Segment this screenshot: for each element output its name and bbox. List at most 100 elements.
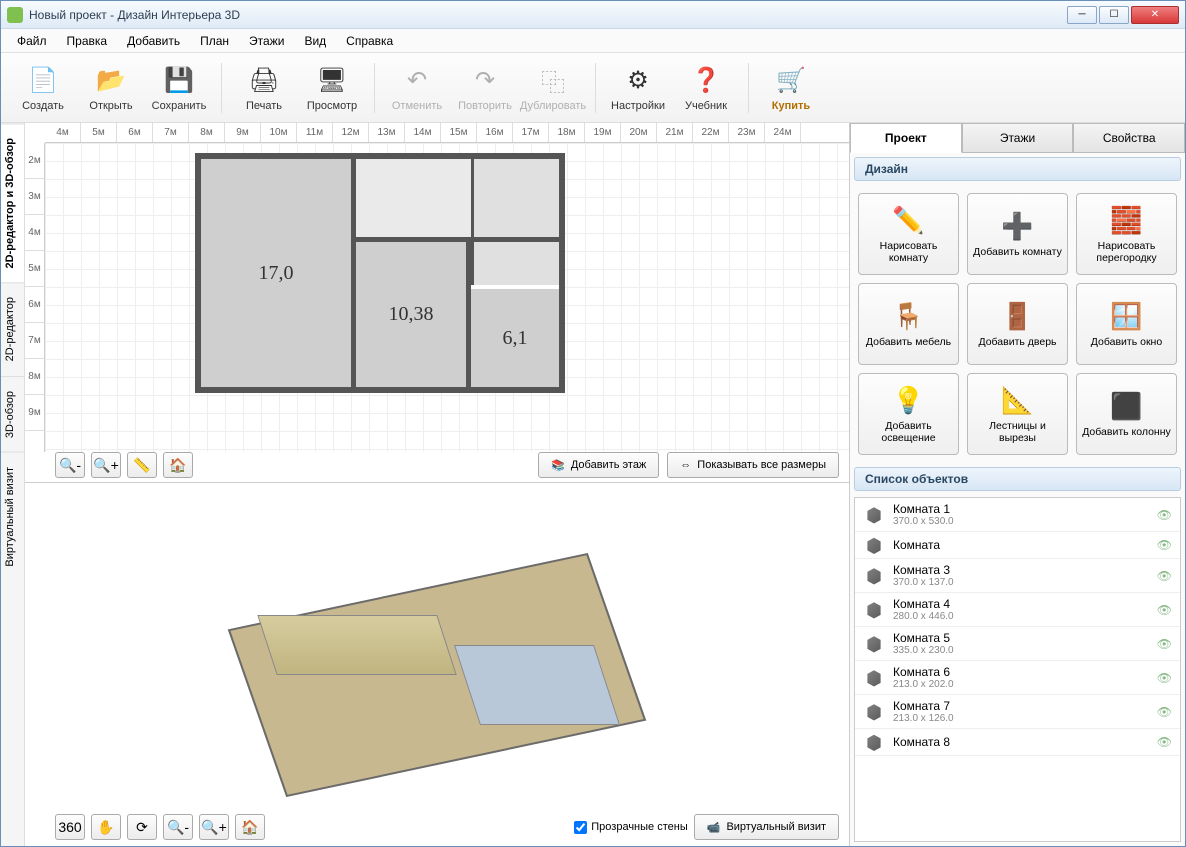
toolbar-print-button[interactable]: 🖨Печать (232, 57, 296, 119)
toolbar-separator (748, 63, 749, 113)
object-name: Комната 3 (893, 563, 1149, 577)
visibility-icon[interactable]: 👁 (1157, 603, 1172, 617)
menu-Файл[interactable]: Файл (9, 32, 55, 50)
design-tool-button[interactable]: 🪟Добавить окно (1076, 283, 1177, 365)
main-toolbar: 📄Создать📂Открыть💾Сохранить 🖨Печать🖥Просмо… (1, 53, 1185, 123)
cube-icon (863, 567, 885, 585)
object-list-item[interactable]: Комната 5335.0 x 230.0👁 (855, 627, 1180, 661)
menu-Вид[interactable]: Вид (296, 32, 334, 50)
visibility-icon[interactable]: 👁 (1157, 735, 1172, 749)
measure-button[interactable]: 📏 (127, 452, 157, 478)
design-tool-button[interactable]: 🪑Добавить мебель (858, 283, 959, 365)
view-tab-0[interactable]: 2D-редактор и 3D-обзор (1, 123, 24, 282)
room-1[interactable]: 17,0 (201, 159, 351, 387)
right-tab-Этажи[interactable]: Этажи (962, 123, 1074, 153)
ruler-tick: 6м (117, 123, 153, 142)
object-list-item[interactable]: Комната 3370.0 x 137.0👁 (855, 559, 1180, 593)
zoom-in-3d-button[interactable]: 🔍+ (199, 814, 229, 840)
add-floor-button[interactable]: 📚Добавить этаж (538, 452, 659, 478)
right-panel: ПроектЭтажиСвойства Дизайн ✏️Нарисовать … (849, 123, 1185, 846)
object-list-item[interactable]: Комната👁 (855, 532, 1180, 559)
toolbar-open-button[interactable]: 📂Открыть (79, 57, 143, 119)
bathroom-area[interactable] (471, 159, 559, 285)
toolbar-label: Создать (22, 100, 64, 112)
visibility-icon[interactable]: 👁 (1157, 569, 1172, 583)
design-tool-button[interactable]: 📐Лестницы и вырезы (967, 373, 1068, 455)
home-button[interactable]: 🏠 (163, 452, 193, 478)
orbit-button[interactable]: ⟳ (127, 814, 157, 840)
tool-label: Добавить дверь (978, 336, 1056, 348)
home-3d-button[interactable]: 🏠 (235, 814, 265, 840)
tool-icon: 🧱 (1110, 205, 1142, 236)
toolbar-label: Дублировать (520, 100, 586, 112)
object-dimensions: 280.0 x 446.0 (893, 611, 1149, 622)
rotate-360-button[interactable]: 360 (55, 814, 85, 840)
zoom-out-button[interactable]: 🔍- (55, 452, 85, 478)
toolbar-save-button[interactable]: 💾Сохранить (147, 57, 211, 119)
maximize-button[interactable]: ☐ (1099, 6, 1129, 24)
toolbar-settings-button[interactable]: ⚙Настройки (606, 57, 670, 119)
object-list[interactable]: Комната 1370.0 x 530.0👁Комната👁Комната 3… (854, 497, 1181, 842)
visibility-icon[interactable]: 👁 (1157, 538, 1172, 552)
menu-Этажи[interactable]: Этажи (241, 32, 292, 50)
toolbar-preview-button[interactable]: 🖥Просмотр (300, 57, 364, 119)
right-tab-Проект[interactable]: Проект (850, 123, 962, 153)
zoom-out-3d-button[interactable]: 🔍- (163, 814, 193, 840)
model-3d[interactable] (207, 525, 667, 805)
view-tab-2[interactable]: 3D-обзор (1, 376, 24, 452)
virtual-visit-button[interactable]: 📹Виртуальный визит (694, 814, 839, 840)
ruler-tick: 4м (45, 123, 81, 142)
view-3d[interactable]: 360 ✋ ⟳ 🔍- 🔍+ 🏠 Прозрачные стены 📹Виртуа… (25, 483, 849, 846)
ruler-tick: 5м (25, 251, 44, 287)
close-button[interactable]: ✕ (1131, 6, 1179, 24)
room-2[interactable]: 10,38 (356, 241, 466, 387)
pan-button[interactable]: ✋ (91, 814, 121, 840)
design-tool-button[interactable]: ✏️Нарисовать комнату (858, 193, 959, 275)
object-list-item[interactable]: Комната 4280.0 x 446.0👁 (855, 593, 1180, 627)
toolbar-buy-button[interactable]: 🛒Купить (759, 57, 823, 119)
transparent-walls-checkbox[interactable]: Прозрачные стены (574, 821, 687, 834)
right-panel-tabs: ПроектЭтажиСвойства (850, 123, 1185, 153)
object-name: Комната 7 (893, 699, 1149, 713)
object-name: Комната 1 (893, 502, 1149, 516)
object-list-item[interactable]: Комната 1370.0 x 530.0👁 (855, 498, 1180, 532)
menu-План[interactable]: План (192, 32, 237, 50)
show-dimensions-button[interactable]: ⇔Показывать все размеры (667, 452, 839, 478)
ruler-tick: 13м (369, 123, 405, 142)
menu-Правка[interactable]: Правка (59, 32, 116, 50)
design-tool-button[interactable]: 💡Добавить освещение (858, 373, 959, 455)
tutorial-icon: ❓ (689, 64, 723, 98)
design-tool-button[interactable]: ⬛Добавить колонну (1076, 373, 1177, 455)
object-list-item[interactable]: Комната 6213.0 x 202.0👁 (855, 661, 1180, 695)
tool-icon: 💡 (892, 385, 924, 416)
tool-label: Добавить колонну (1082, 426, 1171, 438)
menu-Добавить[interactable]: Добавить (119, 32, 188, 50)
room-3[interactable]: 6,1 (471, 289, 559, 387)
visibility-icon[interactable]: 👁 (1157, 705, 1172, 719)
dup-icon: ⿻ (536, 64, 570, 98)
design-tool-button[interactable]: ➕Добавить комнату (967, 193, 1068, 275)
object-list-item[interactable]: Комната 7213.0 x 126.0👁 (855, 695, 1180, 729)
design-tool-button[interactable]: 🚪Добавить дверь (967, 283, 1068, 365)
preview-icon: 🖥 (315, 64, 349, 98)
interior-wall (466, 241, 471, 387)
view-tab-1[interactable]: 2D-редактор (1, 282, 24, 375)
ruler-tick: 17м (513, 123, 549, 142)
toolbar-create-button[interactable]: 📄Создать (11, 57, 75, 119)
design-tool-button[interactable]: 🧱Нарисовать перегородку (1076, 193, 1177, 275)
plan-2d-view[interactable]: 4м5м6м7м8м9м10м11м12м13м14м15м16м17м18м1… (25, 123, 849, 483)
floorplan[interactable]: 17,0 10,38 6,1 (195, 153, 565, 393)
object-list-item[interactable]: Комната 8 👁 (855, 729, 1180, 756)
menu-Справка[interactable]: Справка (338, 32, 401, 50)
view-tab-3[interactable]: Виртуальный визит (1, 452, 24, 581)
tool-icon: 📐 (1001, 385, 1033, 416)
right-tab-Свойства[interactable]: Свойства (1073, 123, 1185, 153)
tool-icon: 🪟 (1110, 301, 1142, 332)
visibility-icon[interactable]: 👁 (1157, 671, 1172, 685)
minimize-button[interactable]: ─ (1067, 6, 1097, 24)
visibility-icon[interactable]: 👁 (1157, 637, 1172, 651)
object-name: Комната 8 (893, 735, 1149, 749)
toolbar-tutorial-button[interactable]: ❓Учебник (674, 57, 738, 119)
zoom-in-button[interactable]: 🔍+ (91, 452, 121, 478)
visibility-icon[interactable]: 👁 (1157, 508, 1172, 522)
